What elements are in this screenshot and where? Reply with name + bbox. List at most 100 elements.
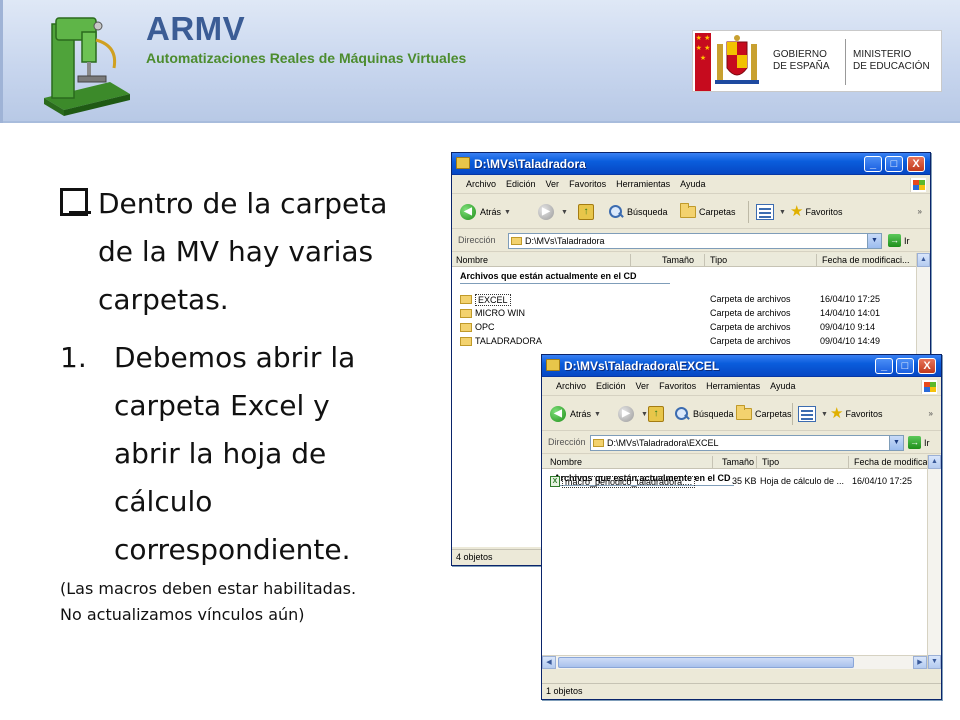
go-arrow-icon: → — [908, 436, 921, 449]
menu-ver[interactable]: Ver — [631, 378, 655, 391]
search-button[interactable]: Búsqueda — [608, 203, 668, 221]
scroll-up-button[interactable]: ▲ — [917, 253, 930, 267]
chevron-down-icon[interactable]: ▼ — [821, 411, 828, 418]
chevron-down-icon[interactable]: ▼ — [561, 209, 568, 216]
address-dropdown-button[interactable]: ▼ — [867, 234, 881, 248]
file-list[interactable]: Nombre Tamaño Tipo Fecha de modificaci..… — [542, 455, 942, 669]
menu-herramientas[interactable]: Herramientas — [611, 176, 675, 189]
address-label: Dirección — [458, 235, 496, 245]
column-name[interactable]: Nombre — [550, 457, 582, 467]
table-row[interactable]: X macro_periodico_taladradora.... 35 KB … — [550, 475, 920, 488]
excel-file-icon: X — [550, 476, 560, 487]
toolbar: ◀ Atrás ▼ ▶ ▼ ↑ Búsqueda Carpetas ▼ ★ Fa… — [452, 195, 930, 229]
menu-ayuda[interactable]: Ayuda — [675, 176, 710, 189]
minimize-button[interactable]: _ — [864, 156, 882, 172]
column-divider[interactable] — [712, 456, 713, 468]
table-row[interactable]: TALADRADORA Carpeta de archivos 09/04/10… — [460, 335, 900, 348]
address-dropdown-button[interactable]: ▼ — [889, 436, 903, 450]
table-row[interactable]: MICRO WIN Carpeta de archivos 14/04/10 1… — [460, 307, 900, 320]
column-size[interactable]: Tamaño — [662, 255, 694, 265]
column-divider[interactable] — [848, 456, 849, 468]
go-button[interactable]: → Ir — [908, 436, 930, 449]
scroll-thumb[interactable] — [558, 657, 854, 668]
menu-ver[interactable]: Ver — [541, 176, 565, 189]
checkbox-bullet-icon — [60, 188, 91, 216]
views-button[interactable]: ▼ — [756, 203, 786, 221]
folder-icon — [460, 309, 472, 318]
views-icon — [798, 406, 816, 422]
close-button[interactable]: X — [918, 358, 936, 374]
forward-button[interactable]: ▶ ▼ — [618, 405, 648, 423]
chevron-down-icon[interactable]: ▼ — [641, 411, 648, 418]
up-folder-button[interactable]: ↑ — [578, 203, 594, 221]
menu-archivo[interactable]: Archivo — [452, 176, 501, 189]
title-bar[interactable]: D:\MVs\Taladradora _ □ X — [452, 153, 930, 175]
favorites-button[interactable]: ★ Favoritos — [790, 203, 842, 221]
app-subtitle: Automatizaciones Reales de Máquinas Virt… — [146, 50, 467, 66]
column-date[interactable]: Fecha de modificaci... — [822, 255, 910, 265]
title-bar[interactable]: D:\MVs\Taladradora\EXCEL _ □ X — [542, 355, 941, 377]
column-size[interactable]: Tamaño — [722, 457, 754, 467]
table-row[interactable]: EXCEL Carpeta de archivos 16/04/10 17:25 — [460, 293, 900, 306]
menu-edicion[interactable]: Edición — [591, 378, 631, 391]
menu-edicion[interactable]: Edición — [501, 176, 541, 189]
maximize-button[interactable]: □ — [896, 358, 914, 374]
scroll-right-button[interactable]: ▶ — [913, 656, 927, 669]
search-button[interactable]: Búsqueda — [674, 405, 734, 423]
scroll-up-button[interactable]: ▲ — [928, 455, 941, 469]
address-bar: Dirección D:\MVs\Taladradora ▼ → Ir — [452, 230, 930, 252]
close-button[interactable]: X — [907, 156, 925, 172]
toolbar-overflow-icon[interactable]: » — [918, 207, 922, 216]
explorer-window-excel[interactable]: D:\MVs\Taladradora\EXCEL _ □ X Archivo Ed… — [541, 354, 942, 700]
vertical-scrollbar[interactable]: ▲ ▼ — [927, 455, 941, 669]
group-label: Archivos que están actualmente en el CD — [460, 271, 637, 281]
scroll-left-button[interactable]: ◀ — [542, 656, 556, 669]
go-label: Ir — [924, 437, 930, 448]
footnote-line: No actualizamos vínculos aún) — [60, 605, 305, 624]
menu-favoritos[interactable]: Favoritos — [564, 176, 611, 189]
folders-button[interactable]: Carpetas — [680, 203, 736, 221]
file-name: MICRO WIN — [475, 308, 525, 318]
item-number: 1. — [60, 341, 87, 374]
address-input[interactable]: D:\MVs\Taladradora\EXCEL ▼ — [590, 435, 904, 451]
scroll-down-button[interactable]: ▼ — [928, 655, 941, 669]
chevron-down-icon[interactable]: ▼ — [504, 209, 511, 216]
back-label: Atrás — [570, 409, 592, 419]
column-divider[interactable] — [630, 254, 631, 266]
chevron-down-icon[interactable]: ▼ — [594, 411, 601, 418]
file-name: TALADRADORA — [475, 336, 542, 346]
folders-label: Carpetas — [699, 207, 736, 217]
file-date: 09/04/10 9:14 — [820, 322, 876, 332]
menu-favoritos[interactable]: Favoritos — [654, 378, 701, 391]
menu-herramientas[interactable]: Herramientas — [701, 378, 765, 391]
favorites-button[interactable]: ★ Favoritos — [830, 405, 882, 423]
government-line-2: DE ESPAÑA — [773, 61, 830, 72]
back-button[interactable]: ◀ Atrás ▼ — [460, 203, 511, 221]
file-date: 14/04/10 14:01 — [820, 308, 881, 318]
go-arrow-icon: → — [888, 234, 901, 247]
views-button[interactable]: ▼ — [798, 405, 828, 423]
folders-button[interactable]: Carpetas — [736, 405, 792, 423]
chevron-down-icon[interactable]: ▼ — [779, 209, 786, 216]
column-divider[interactable] — [756, 456, 757, 468]
column-divider[interactable] — [704, 254, 705, 266]
menu-archivo[interactable]: Archivo — [542, 378, 591, 391]
horizontal-scrollbar[interactable]: ◀ ▶ — [542, 655, 927, 669]
column-divider[interactable] — [816, 254, 817, 266]
file-name: OPC — [475, 322, 495, 332]
maximize-button[interactable]: □ — [885, 156, 903, 172]
column-type[interactable]: Tipo — [762, 457, 779, 467]
back-button[interactable]: ◀ Atrás ▼ — [550, 405, 601, 423]
forward-button[interactable]: ▶ ▼ — [538, 203, 568, 221]
up-folder-button[interactable]: ↑ — [648, 405, 664, 423]
search-label: Búsqueda — [627, 207, 668, 217]
go-button[interactable]: → Ir — [888, 234, 910, 247]
column-type[interactable]: Tipo — [710, 255, 727, 265]
toolbar-overflow-icon[interactable]: » — [929, 409, 933, 418]
logo-divider — [845, 39, 846, 85]
address-input[interactable]: D:\MVs\Taladradora ▼ — [508, 233, 882, 249]
minimize-button[interactable]: _ — [875, 358, 893, 374]
menu-ayuda[interactable]: Ayuda — [765, 378, 800, 391]
table-row[interactable]: OPC Carpeta de archivos 09/04/10 9:14 — [460, 321, 900, 334]
column-name[interactable]: Nombre — [456, 255, 488, 265]
